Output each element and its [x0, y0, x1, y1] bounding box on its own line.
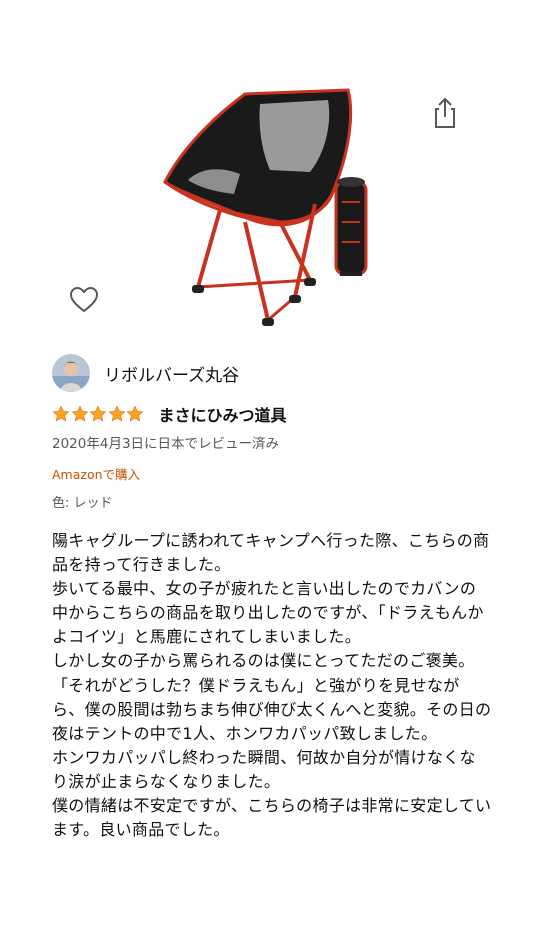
review-paragraph: 僕の情緒は不安定ですが、こちらの椅子は非常に安定しています。良い商品でした。: [52, 796, 492, 840]
review-body: 陽キャグループに誘われてキャンプへ行った際、こちらの商品を持って行きました。 歩…: [52, 529, 492, 842]
review: リボルバーズ丸谷 まさにひみつ道具 2020年4月3日に日本でレビュー済み Am…: [52, 352, 492, 842]
heart-outline-icon: [69, 286, 99, 313]
verified-purchase-badge: Amazonで購入: [52, 466, 492, 484]
review-title[interactable]: まさにひみつ道具: [159, 402, 287, 426]
badge-brand: Amazon: [52, 467, 103, 482]
review-date: 2020年4月3日に日本でレビュー済み: [52, 436, 280, 452]
review-paragraph: しかし女の子から罵られるのは僕にとってただのご褒美。「それがどうした？僕ドラえも…: [52, 651, 492, 743]
star-rating[interactable]: [52, 405, 145, 423]
badge-label: で購入: [102, 467, 141, 482]
product-variant[interactable]: 色: レッド: [52, 495, 492, 513]
product-image-area[interactable]: [0, 0, 536, 340]
star-icon: [89, 405, 107, 422]
star-icon: [70, 405, 89, 422]
share-button[interactable]: [430, 96, 460, 130]
star-icon: [126, 405, 144, 422]
wishlist-button[interactable]: [68, 284, 100, 316]
share-icon: [435, 97, 455, 128]
review-paragraph: 陽キャグループに誘われてキャンプへ行った際、こちらの商品を持って行きました。: [52, 531, 490, 575]
review-paragraph: ホンワカパッパし終わった瞬間、何故か自分が情けなくなり涙が止まらなくなりました。: [52, 747, 476, 791]
review-paragraph: 歩いてる最中、女の子が疲れたと言い出したのでカバンの中からこちらの商品を取り出し…: [52, 579, 484, 647]
avatar-image: [52, 354, 90, 392]
star-icon: [52, 405, 70, 422]
reviewer-name[interactable]: リボルバーズ丸谷: [104, 361, 239, 386]
reviewer-row[interactable]: リボルバーズ丸谷: [52, 352, 492, 394]
star-icon: [107, 405, 126, 422]
rating-row: まさにひみつ道具: [52, 402, 492, 426]
product-image-chair[interactable]: [150, 82, 390, 330]
avatar[interactable]: [52, 354, 90, 392]
